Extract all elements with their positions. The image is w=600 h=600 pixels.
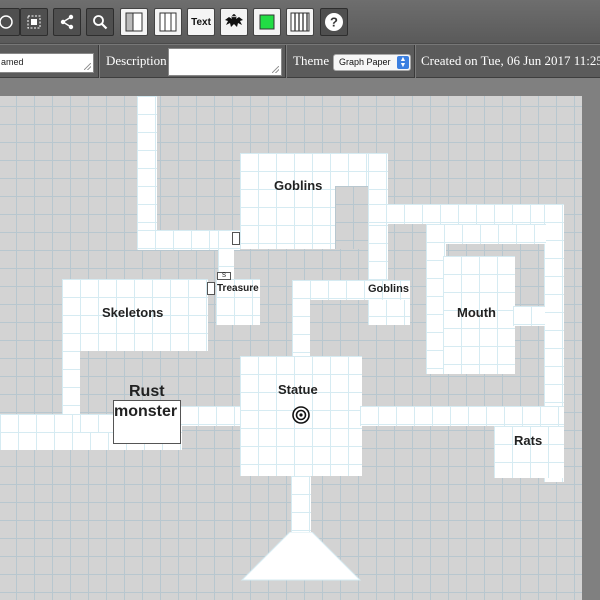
theme-selected-value: Graph Paper bbox=[339, 57, 391, 67]
text-icon: Text bbox=[191, 16, 211, 28]
description-field[interactable] bbox=[168, 48, 282, 76]
color-swatch-icon bbox=[259, 14, 275, 30]
help-icon-glyph: ? bbox=[330, 15, 338, 30]
created-timestamp: Created on Tue, 06 Jun 2017 11:25 bbox=[421, 53, 600, 68]
rock bbox=[335, 186, 370, 249]
corridor[interactable] bbox=[291, 476, 311, 536]
marquee-tool-button[interactable] bbox=[20, 8, 48, 36]
corridor[interactable] bbox=[360, 406, 564, 426]
left-panel-toggle[interactable] bbox=[120, 8, 148, 36]
label-rust-line2: monster bbox=[114, 403, 178, 420]
label-treasure: Treasure bbox=[217, 283, 259, 294]
map-properties-bar: amed Description Theme Graph Paper ▲ ▼ Cr… bbox=[0, 44, 600, 79]
label-rats: Rats bbox=[514, 433, 543, 448]
color-picker-button[interactable] bbox=[253, 8, 281, 36]
zoom-button[interactable] bbox=[86, 8, 114, 36]
door[interactable] bbox=[232, 232, 240, 245]
secret-door-mark[interactable]: S bbox=[217, 272, 231, 280]
label-goblins-north: Goblins bbox=[274, 178, 323, 193]
share-icon bbox=[59, 14, 75, 30]
text-tool-button[interactable]: Text bbox=[187, 8, 215, 36]
resize-grip-icon[interactable] bbox=[84, 63, 91, 70]
main-toolbar: Text ? bbox=[0, 0, 600, 44]
marquee-icon bbox=[26, 14, 42, 30]
label-statue: Statue bbox=[278, 382, 318, 397]
corridor[interactable] bbox=[0, 414, 80, 432]
label-rust-line1: Rust bbox=[129, 383, 165, 400]
dragon-icon bbox=[223, 11, 245, 33]
left-panel-icon bbox=[125, 12, 143, 32]
corridor[interactable] bbox=[137, 96, 157, 250]
divider bbox=[98, 45, 100, 79]
map-name-field[interactable]: amed bbox=[0, 53, 94, 73]
label-mouth: Mouth bbox=[457, 305, 496, 320]
grid-tool-button[interactable] bbox=[286, 8, 314, 36]
divider bbox=[285, 45, 287, 79]
statue-icon[interactable] bbox=[292, 406, 310, 429]
divider bbox=[414, 45, 416, 79]
select-arrows-icon: ▲ ▼ bbox=[397, 56, 409, 69]
corridor[interactable] bbox=[180, 406, 242, 426]
circle-select-icon bbox=[0, 14, 14, 30]
label-skeletons: Skeletons bbox=[102, 305, 164, 320]
corridor[interactable] bbox=[292, 280, 310, 360]
help-button[interactable]: ? bbox=[320, 8, 348, 36]
corridor[interactable] bbox=[62, 279, 80, 433]
map-viewport[interactable]: S Goblins Skeletons Treasure Goblins Mou… bbox=[0, 78, 600, 600]
theme-select[interactable]: Graph Paper ▲ ▼ bbox=[333, 54, 411, 71]
door[interactable] bbox=[207, 282, 215, 295]
dungeon-map[interactable]: S Goblins Skeletons Treasure Goblins Mou… bbox=[0, 96, 582, 600]
label-goblins-east: Goblins bbox=[368, 283, 409, 295]
corridor[interactable] bbox=[513, 306, 545, 326]
right-panel-icon bbox=[159, 12, 177, 32]
resize-grip-icon[interactable] bbox=[272, 66, 279, 73]
share-button[interactable] bbox=[53, 8, 81, 36]
corridor[interactable] bbox=[368, 204, 564, 224]
description-label: Description bbox=[106, 53, 167, 68]
monster-tool-button[interactable] bbox=[220, 8, 248, 36]
magnifier-icon bbox=[92, 14, 108, 30]
right-panel-toggle[interactable] bbox=[154, 8, 182, 36]
room-trapezoid[interactable] bbox=[240, 532, 362, 582]
columns-icon bbox=[290, 12, 310, 32]
help-icon: ? bbox=[324, 12, 344, 32]
select-tool-button[interactable] bbox=[0, 8, 20, 36]
theme-label: Theme bbox=[293, 53, 330, 68]
corridor[interactable] bbox=[426, 224, 546, 244]
map-name-value: amed bbox=[1, 57, 24, 67]
